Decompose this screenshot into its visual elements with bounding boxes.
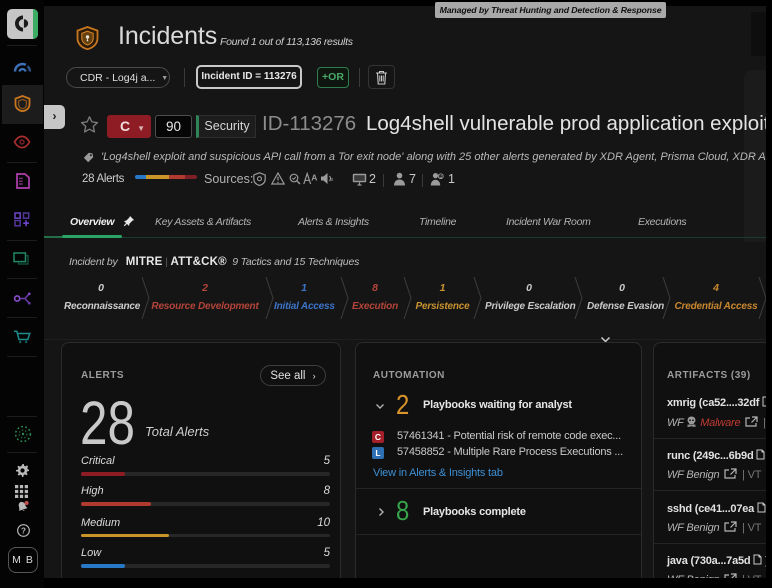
svg-text:A: A (311, 173, 317, 183)
svg-text:?: ? (21, 526, 26, 535)
svg-text:x: x (331, 177, 334, 183)
